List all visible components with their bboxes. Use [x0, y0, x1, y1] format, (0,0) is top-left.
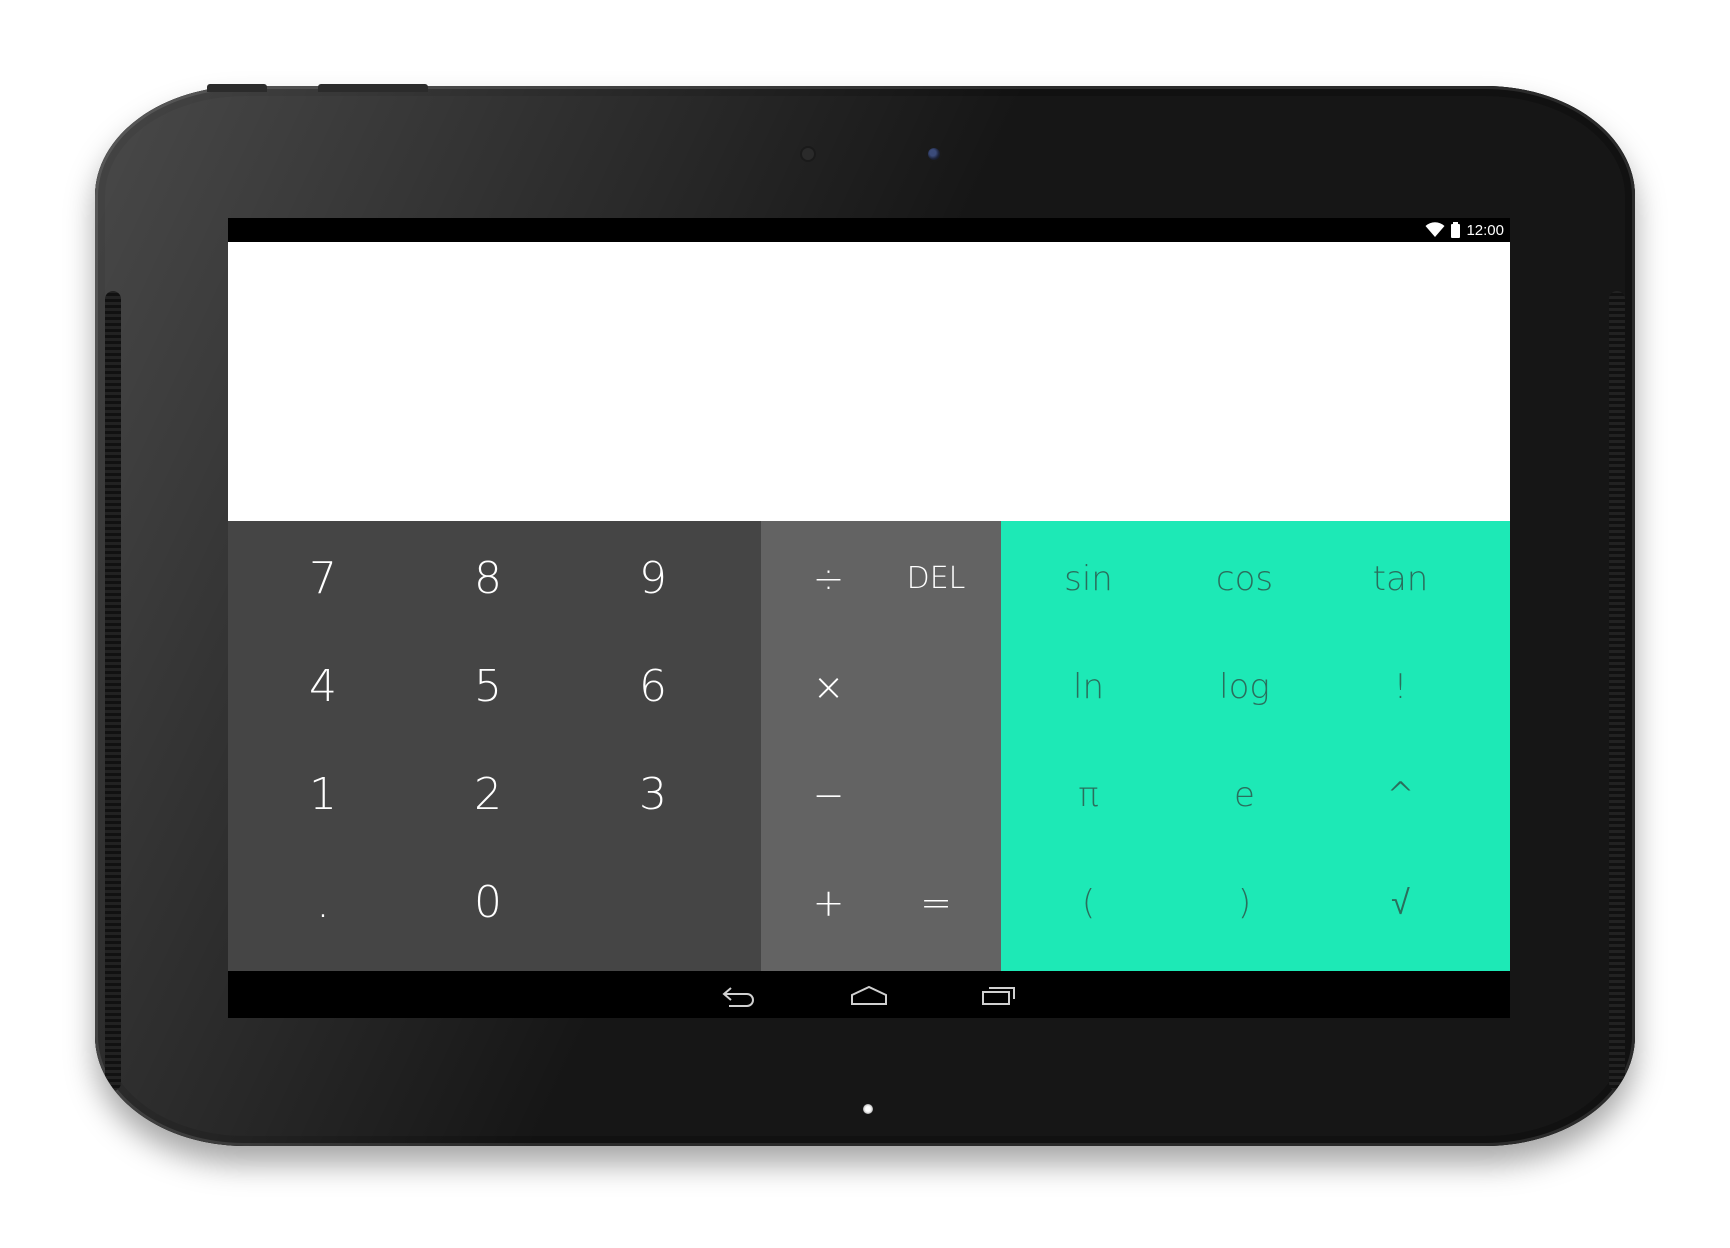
operator-pad: ÷ DEL × − + =: [761, 521, 1001, 971]
equals-button[interactable]: =: [881, 855, 991, 950]
key-1[interactable]: 1: [248, 747, 398, 842]
ln-button[interactable]: ln: [1021, 639, 1156, 734]
power-operator-button[interactable]: ^: [1333, 747, 1468, 842]
status-icons: 12:00: [1425, 221, 1504, 239]
numeric-pad: 7 8 9 4 5 6 1 2 3 . 0: [228, 521, 761, 971]
key-0[interactable]: 0: [413, 855, 563, 950]
delete-button[interactable]: DEL: [881, 531, 991, 626]
key-6[interactable]: 6: [578, 639, 728, 734]
back-button[interactable]: [717, 977, 761, 1013]
right-paren-button[interactable]: ): [1177, 855, 1312, 950]
key-4[interactable]: 4: [248, 639, 398, 734]
plus-button[interactable]: +: [781, 855, 876, 950]
front-camera: [928, 148, 940, 160]
key-3[interactable]: 3: [578, 747, 728, 842]
home-button[interactable]: [847, 977, 891, 1013]
clock: 12:00: [1466, 221, 1504, 239]
pi-button[interactable]: π: [1021, 747, 1156, 842]
recent-apps-button[interactable]: [977, 977, 1021, 1013]
key-7[interactable]: 7: [248, 531, 398, 626]
left-speaker-grille: [105, 291, 121, 1091]
multiply-button[interactable]: ×: [781, 639, 876, 734]
status-bar: 12:00: [228, 218, 1510, 242]
calculator-display[interactable]: [228, 242, 1510, 521]
right-speaker-grille: [1609, 291, 1625, 1091]
factorial-button[interactable]: !: [1333, 639, 1468, 734]
navigation-bar: [228, 971, 1510, 1018]
home-icon: [851, 985, 887, 1005]
tan-button[interactable]: tan: [1333, 531, 1468, 626]
key-decimal[interactable]: .: [248, 855, 398, 950]
left-paren-button[interactable]: (: [1021, 855, 1156, 950]
key-2[interactable]: 2: [413, 747, 563, 842]
battery-icon: [1451, 222, 1461, 238]
minus-button[interactable]: −: [781, 747, 876, 842]
e-button[interactable]: e: [1177, 747, 1312, 842]
key-9[interactable]: 9: [578, 531, 728, 626]
advanced-pad: sin cos tan ln log ! π e ^ ( ) √: [1001, 521, 1510, 971]
key-8[interactable]: 8: [413, 531, 563, 626]
key-5[interactable]: 5: [413, 639, 563, 734]
volume-button: [318, 84, 428, 92]
cos-button[interactable]: cos: [1177, 531, 1312, 626]
divide-button[interactable]: ÷: [781, 531, 876, 626]
tablet-screen: 12:00 7 8 9 4 5 6 1 2 3 . 0 ÷ DEL × − + …: [228, 218, 1510, 1018]
recent-apps-icon: [982, 987, 1015, 1005]
notification-led: [863, 1104, 873, 1114]
log-button[interactable]: log: [1177, 639, 1312, 734]
wifi-icon: [1425, 222, 1445, 237]
light-sensor: [802, 148, 814, 160]
sqrt-button[interactable]: √: [1333, 855, 1468, 950]
power-button: [207, 84, 267, 92]
back-icon: [722, 987, 754, 1007]
sin-button[interactable]: sin: [1021, 531, 1156, 626]
